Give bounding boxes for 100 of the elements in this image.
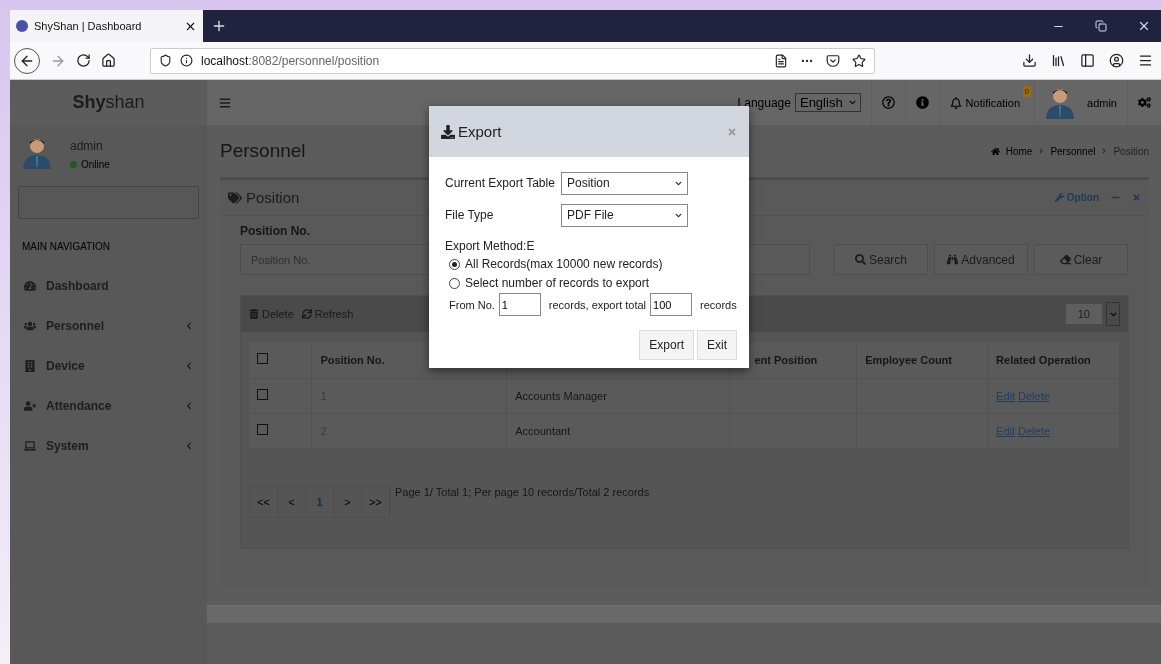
position-link[interactable]: 1 <box>320 389 327 402</box>
action-link[interactable]: Edit <box>996 424 1016 437</box>
action-link[interactable]: Edit <box>996 389 1016 402</box>
filter-button[interactable]: Search <box>834 244 928 275</box>
page-title: Personnel <box>220 140 306 162</box>
nav-item[interactable]: Dashboard <box>10 266 207 306</box>
column-header: ent Position <box>754 353 818 366</box>
dialog-title: Export <box>458 123 502 140</box>
breadcrumb-item[interactable]: Home <box>1005 145 1033 157</box>
help-icon[interactable] <box>881 96 895 109</box>
dialog-button[interactable]: Exit <box>697 330 737 360</box>
shield-icon[interactable] <box>159 54 172 67</box>
tab-title: ShyShan | Dashboard <box>34 20 142 32</box>
field-label: Current Export Table <box>445 176 556 190</box>
table-cell: Accounts Manager <box>515 389 607 402</box>
building-icon <box>24 360 36 372</box>
language-select[interactable]: English <box>794 93 861 112</box>
checkbox[interactable] <box>257 389 268 400</box>
brand-logo[interactable]: Shyshan <box>10 80 207 125</box>
info-icon[interactable] <box>180 54 193 67</box>
caret-icon <box>848 99 856 106</box>
url-text: localhost:8082/personnel/position <box>201 53 380 68</box>
status-dot <box>70 161 77 168</box>
pocket-icon[interactable] <box>826 53 840 68</box>
action-link[interactable]: Delete <box>1018 424 1050 437</box>
caret-icon <box>1109 310 1117 318</box>
field-label: File Type <box>445 208 495 222</box>
library-icon[interactable] <box>1051 53 1066 68</box>
restore-icon[interactable] <box>1095 20 1107 32</box>
filter-button[interactable]: Advanced <box>934 244 1028 275</box>
nav-heading: MAIN NAVIGATION <box>21 240 111 254</box>
close-icon[interactable] <box>1137 19 1151 33</box>
home-icon <box>990 146 1000 156</box>
nav-item[interactable]: System <box>10 426 207 466</box>
reload-icon[interactable] <box>76 53 91 68</box>
download-icon <box>441 124 455 139</box>
nav-item[interactable]: Attendance <box>10 386 207 426</box>
home-icon[interactable] <box>101 53 116 68</box>
user-name: admin <box>70 139 104 153</box>
refresh-icon <box>301 309 312 319</box>
option-label: Select number of records to export <box>465 276 650 290</box>
range-label: records, export total <box>548 298 647 311</box>
column-header: Employee Count <box>865 353 952 366</box>
checkbox[interactable] <box>257 353 268 365</box>
search-icon <box>855 254 866 265</box>
dialog-button[interactable]: Export <box>639 330 694 360</box>
page-button[interactable]: > <box>334 487 362 517</box>
nav-item[interactable]: Personnel <box>10 306 207 346</box>
method-label: Export Method:E <box>445 239 536 253</box>
star-icon[interactable] <box>852 53 866 68</box>
favicon-icon <box>16 20 28 32</box>
settings-icon[interactable] <box>1138 96 1151 109</box>
breadcrumb-item: Position <box>1113 145 1149 157</box>
select-field[interactable]: Position <box>561 171 688 195</box>
new-tab-icon[interactable] <box>211 18 227 34</box>
field-label: Position No. <box>240 224 311 238</box>
column-header: Position No. <box>320 353 385 366</box>
sidebar-icon[interactable] <box>1080 53 1095 68</box>
panel-title: Position <box>246 189 300 206</box>
notification-button[interactable]: Notification 0 <box>938 80 1035 125</box>
column-header: Related Operation <box>996 353 1091 366</box>
from-label: From No. <box>449 298 495 311</box>
page-button[interactable]: 1 <box>306 487 334 517</box>
user-avatar-icon <box>1045 86 1076 119</box>
menu-icon[interactable] <box>1138 53 1153 68</box>
user-x-icon <box>24 400 36 412</box>
address-bar[interactable]: localhost:8082/personnel/position <box>150 47 875 74</box>
filter-button[interactable]: Clear <box>1034 244 1128 275</box>
user-name[interactable]: admin <box>1087 96 1117 109</box>
trash-icon <box>249 309 259 319</box>
action-link[interactable]: Delete <box>1018 389 1050 402</box>
caret-icon <box>675 179 682 187</box>
input-field[interactable]: 1 <box>498 293 541 316</box>
separator-icon <box>1038 148 1045 154</box>
page-button[interactable]: << <box>250 487 278 517</box>
separator-icon <box>1101 148 1108 154</box>
checkbox[interactable] <box>257 424 268 436</box>
notification-badge: 0 <box>1022 86 1032 97</box>
input-field[interactable]: 100 <box>650 293 693 316</box>
select-field[interactable]: PDF File <box>561 203 688 227</box>
eraser-icon <box>1059 254 1071 265</box>
download-icon[interactable] <box>1022 53 1037 68</box>
breadcrumb-item[interactable]: Personnel <box>1050 145 1096 157</box>
account-icon[interactable] <box>1109 53 1124 68</box>
status-text: Online <box>81 159 110 170</box>
laptop-icon <box>24 440 36 452</box>
page-button[interactable]: >> <box>362 487 390 517</box>
bell-icon <box>949 96 962 109</box>
avatar-icon <box>22 137 52 169</box>
option-link[interactable]: Option <box>1054 192 1099 203</box>
browser-tab[interactable]: ShyShan | Dashboard <box>10 10 203 42</box>
nav-item[interactable]: Device <box>10 346 207 386</box>
reader-icon[interactable] <box>774 53 788 68</box>
gauge-icon <box>24 280 36 292</box>
option-label: All Records(max 10000 new records) <box>465 257 663 271</box>
suffix-label: records <box>700 298 737 311</box>
page-button[interactable]: < <box>278 487 306 517</box>
users-icon <box>24 320 36 332</box>
binoculars-icon <box>947 254 959 265</box>
wrench-icon <box>1054 193 1064 202</box>
